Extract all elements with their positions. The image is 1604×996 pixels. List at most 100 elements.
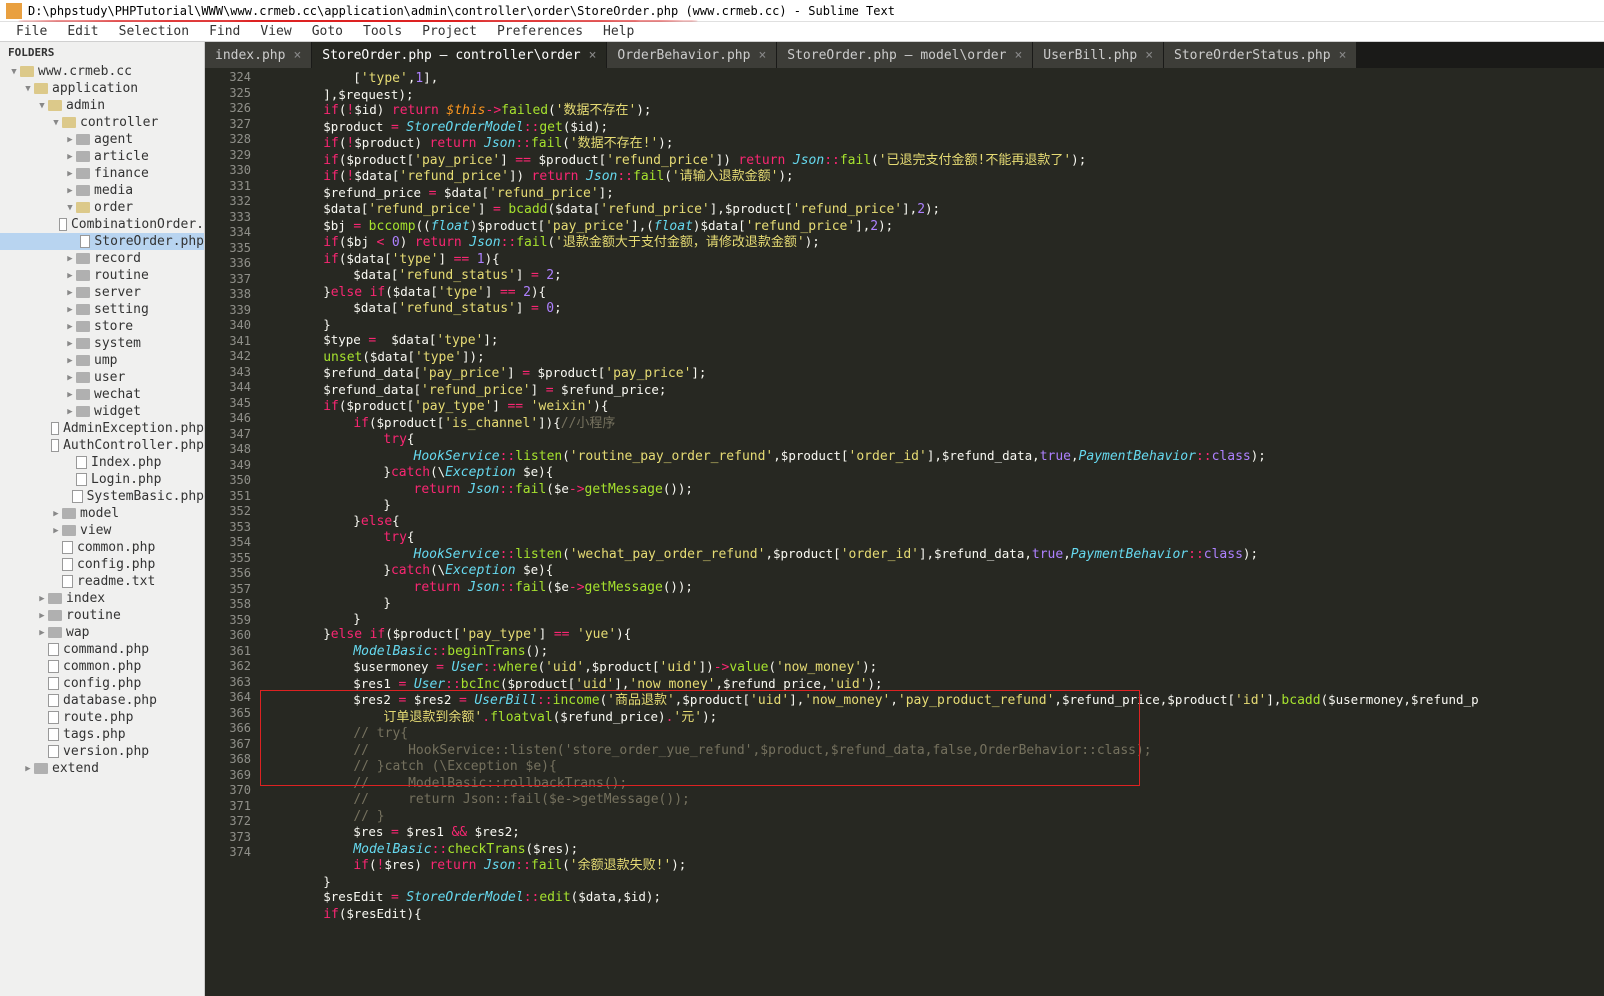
tree-item[interactable]: ▶model (0, 505, 204, 522)
tree-item[interactable]: config.php (0, 675, 204, 692)
tree-item[interactable]: common.php (0, 658, 204, 675)
folder-icon (62, 525, 76, 536)
tree-item[interactable]: ▼www.crmeb.cc (0, 63, 204, 80)
menu-help[interactable]: Help (593, 22, 644, 41)
tree-arrow-icon[interactable]: ▼ (22, 84, 34, 94)
editor-tab[interactable]: StoreOrderStatus.php× (1164, 42, 1357, 68)
editor-tab[interactable]: StoreOrder.php — controller\order× (312, 42, 607, 68)
tree-arrow-icon[interactable]: ▶ (64, 169, 76, 179)
tree-item[interactable]: ▶wap (0, 624, 204, 641)
tree-item[interactable]: ▶record (0, 250, 204, 267)
tree-arrow-icon[interactable]: ▶ (64, 407, 76, 417)
tree-arrow-icon[interactable]: ▶ (64, 152, 76, 162)
tree-item[interactable]: database.php (0, 692, 204, 709)
tree-item[interactable]: Index.php (0, 454, 204, 471)
tree-item[interactable]: ▶user (0, 369, 204, 386)
tree-item[interactable]: ▼controller (0, 114, 204, 131)
tree-arrow-icon[interactable]: ▶ (64, 186, 76, 196)
tree-arrow-icon[interactable]: ▶ (36, 611, 48, 621)
tree-item[interactable]: common.php (0, 539, 204, 556)
tree-item[interactable]: ▶ store (0, 318, 204, 335)
tree-arrow-icon[interactable]: ▶ (64, 254, 76, 264)
tree-item[interactable]: ▶index (0, 590, 204, 607)
tree-arrow-icon[interactable]: ▶ (36, 628, 48, 638)
close-icon[interactable]: × (293, 48, 301, 63)
tree-label: store (94, 319, 133, 334)
tree-arrow-icon[interactable]: ▶ (64, 322, 76, 332)
menu-view[interactable]: View (250, 22, 301, 41)
tree-item[interactable]: ▼order (0, 199, 204, 216)
tree-item[interactable]: ▶extend (0, 760, 204, 777)
tree-item[interactable]: route.php (0, 709, 204, 726)
tree-item[interactable]: version.php (0, 743, 204, 760)
editor-tab[interactable]: OrderBehavior.php× (607, 42, 777, 68)
tree-item[interactable]: ▶routine (0, 607, 204, 624)
folder-icon (48, 100, 62, 111)
tree-item[interactable]: ▶widget (0, 403, 204, 420)
tab-label: StoreOrder.php — model\order (787, 48, 1006, 63)
menu-find[interactable]: Find (199, 22, 250, 41)
menu-selection[interactable]: Selection (109, 22, 199, 41)
menu-goto[interactable]: Goto (302, 22, 353, 41)
menu-edit[interactable]: Edit (57, 22, 108, 41)
tree-item[interactable]: ▼application (0, 80, 204, 97)
tree-item[interactable]: StoreOrder.php (0, 233, 204, 250)
code-editor[interactable]: ['type',1], ],$request); if(!$id) return… (259, 68, 1604, 996)
tree-item[interactable]: ▶finance (0, 165, 204, 182)
editor-tab[interactable]: index.php× (205, 42, 312, 68)
tree-arrow-icon[interactable]: ▶ (64, 390, 76, 400)
tree-item[interactable]: command.php (0, 641, 204, 658)
close-icon[interactable]: × (589, 48, 597, 63)
close-icon[interactable]: × (1014, 48, 1022, 63)
tree-item[interactable]: AdminException.php (0, 420, 204, 437)
tree-item[interactable]: ▶agent (0, 131, 204, 148)
tree-label: AdminException.php (63, 421, 204, 436)
tree-arrow-icon[interactable]: ▶ (50, 509, 62, 519)
tree-arrow-icon[interactable]: ▼ (64, 203, 76, 213)
main-layout: FOLDERS ▼www.crmeb.cc▼application▼admin▼… (0, 42, 1604, 996)
tree-arrow-icon[interactable]: ▶ (22, 764, 34, 774)
tree-item[interactable]: SystemBasic.php (0, 488, 204, 505)
close-icon[interactable]: × (758, 48, 766, 63)
tree-arrow-icon[interactable]: ▶ (64, 339, 76, 349)
tree-item[interactable]: readme.txt (0, 573, 204, 590)
menu-tools[interactable]: Tools (353, 22, 412, 41)
tree-item[interactable]: ▶routine (0, 267, 204, 284)
window-title: D:\phpstudy\PHPTutorial\WWW\www.crmeb.cc… (28, 4, 895, 18)
tree-item[interactable]: ▶setting (0, 301, 204, 318)
tree-arrow-icon[interactable]: ▶ (64, 271, 76, 281)
tree-arrow-icon[interactable]: ▼ (8, 67, 20, 77)
tree-arrow-icon[interactable]: ▶ (50, 526, 62, 536)
close-icon[interactable]: × (1339, 48, 1347, 63)
tree-item[interactable]: ▶server (0, 284, 204, 301)
tree-item[interactable]: ▶ump (0, 352, 204, 369)
menu-project[interactable]: Project (412, 22, 487, 41)
tree-arrow-icon[interactable]: ▶ (64, 288, 76, 298)
tree-item[interactable]: CombinationOrder. (0, 216, 204, 233)
tree-item[interactable]: config.php (0, 556, 204, 573)
tree-item[interactable]: Login.php (0, 471, 204, 488)
editor-tab[interactable]: StoreOrder.php — model\order × (777, 42, 1033, 68)
menu-file[interactable]: File (6, 22, 57, 41)
menu-preferences[interactable]: Preferences (487, 22, 593, 41)
tree-item[interactable]: ▶ system (0, 335, 204, 352)
close-icon[interactable]: × (1145, 48, 1153, 63)
tree-item[interactable]: tags.php (0, 726, 204, 743)
tree-item[interactable]: ▶view (0, 522, 204, 539)
folder-icon (76, 185, 90, 196)
tree-arrow-icon[interactable]: ▶ (64, 356, 76, 366)
tree-item[interactable]: ▶wechat (0, 386, 204, 403)
tree-item[interactable]: ▶media (0, 182, 204, 199)
tree-arrow-icon[interactable]: ▼ (36, 101, 48, 111)
tree-item[interactable]: ▼admin (0, 97, 204, 114)
tree-arrow-icon[interactable]: ▼ (50, 118, 62, 128)
tree-arrow-icon[interactable]: ▶ (64, 135, 76, 145)
tree-item[interactable]: AuthController.php (0, 437, 204, 454)
tree-arrow-icon[interactable]: ▶ (64, 373, 76, 383)
tree-arrow-icon[interactable]: ▶ (36, 594, 48, 604)
editor-tab[interactable]: UserBill.php× (1033, 42, 1164, 68)
line-gutter: 324 325 326 327 328 329 330 331 332 333 … (205, 68, 259, 996)
tree-item[interactable]: ▶article (0, 148, 204, 165)
tree-label: system (94, 336, 141, 351)
tree-arrow-icon[interactable]: ▶ (64, 305, 76, 315)
